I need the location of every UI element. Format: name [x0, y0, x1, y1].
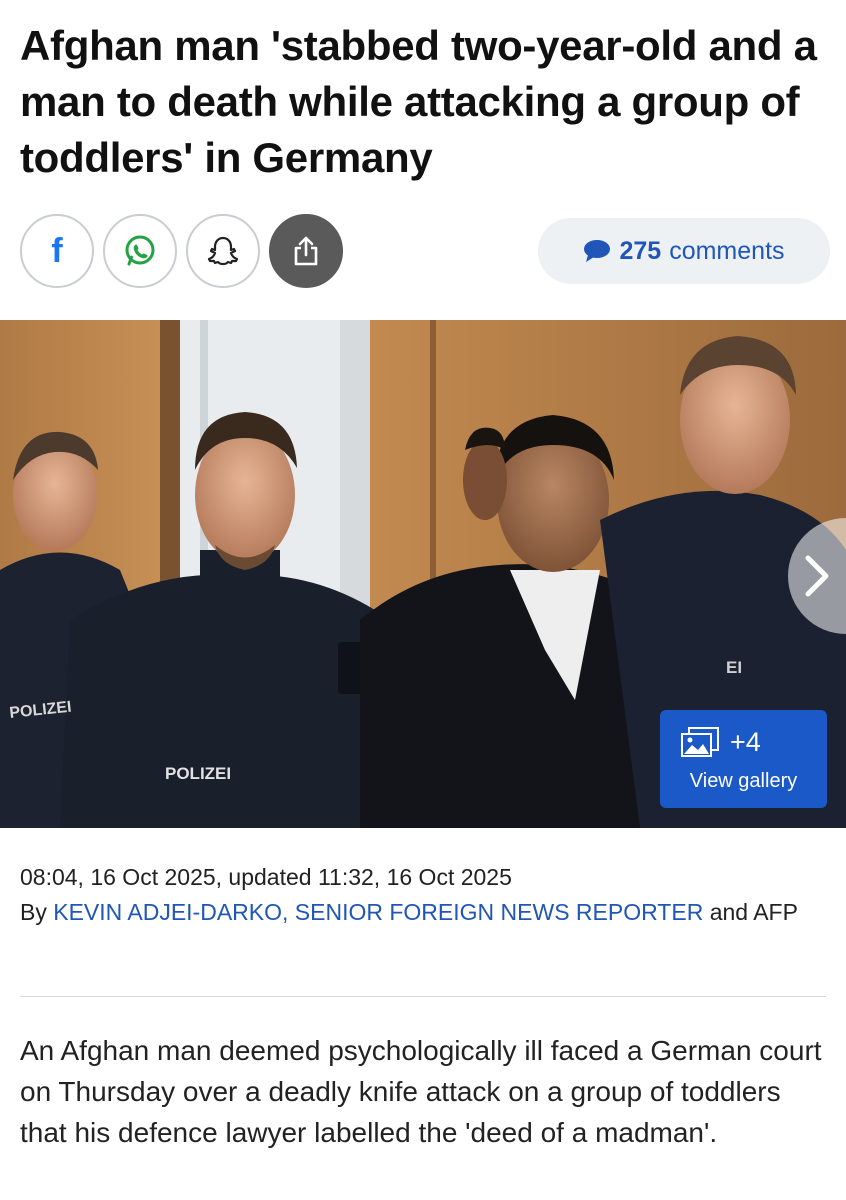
gallery-icon	[681, 727, 719, 757]
author-link[interactable]: KEVIN ADJEI-DARKO, SENIOR FOREIGN NEWS R…	[53, 899, 703, 925]
timestamp: 08:04, 16 Oct 2025, updated 11:32, 16 Oc…	[20, 864, 512, 890]
facebook-share-button[interactable]: f	[20, 214, 94, 288]
comments-label: comments	[669, 236, 785, 265]
byline-suffix: and AFP	[709, 899, 798, 925]
byline-prefix: By	[20, 899, 47, 925]
polizei-center-label: POLIZEI	[165, 764, 231, 783]
gallery-count: +4	[730, 726, 761, 757]
comments-button[interactable]: 275 comments	[538, 218, 830, 284]
comments-count: 275	[619, 236, 662, 265]
byline: By KEVIN ADJEI-DARKO, SENIOR FOREIGN NEW…	[20, 895, 830, 930]
whatsapp-share-button[interactable]	[103, 214, 177, 288]
speech-bubble-icon	[584, 240, 611, 262]
article-photo[interactable]: POLIZEI POLIZEI EI +4 View gallery	[0, 320, 846, 828]
article-headline: Afghan man 'stabbed two-year-old and a m…	[20, 22, 817, 181]
share-icon	[294, 236, 318, 266]
article-meta: 08:04, 16 Oct 2025, updated 11:32, 16 Oc…	[20, 860, 830, 930]
share-button[interactable]	[269, 214, 343, 288]
view-gallery-button[interactable]: +4 View gallery	[660, 710, 827, 808]
whatsapp-icon	[125, 235, 155, 266]
snapchat-icon	[207, 236, 239, 266]
divider	[20, 996, 826, 997]
polizei-right-label: EI	[726, 658, 742, 677]
facebook-icon: f	[51, 231, 63, 270]
article-lead-paragraph: An Afghan man deemed psychologically ill…	[20, 1035, 822, 1148]
snapchat-share-button[interactable]	[186, 214, 260, 288]
chevron-right-icon	[805, 555, 829, 597]
view-gallery-label: View gallery	[689, 770, 798, 792]
share-bar: f 275 comments	[20, 214, 830, 290]
